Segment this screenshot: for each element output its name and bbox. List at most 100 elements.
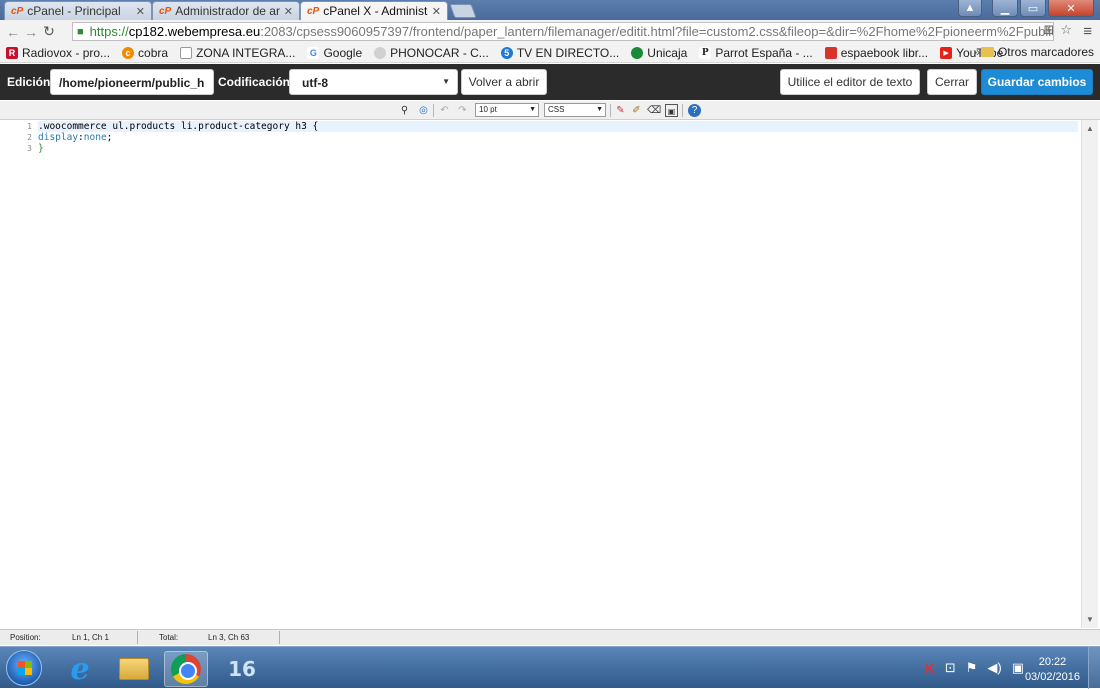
- clock-time: 20:22: [1038, 656, 1067, 668]
- bookmark-tv-en-directo[interactable]: 5 TV EN DIRECTO...: [495, 46, 625, 60]
- bookmark-label: TV EN DIRECTO...: [516, 45, 620, 60]
- tab-cpanel-principal[interactable]: cP cPanel - Principal ✕: [4, 1, 152, 20]
- address-bar-icons: ⊞ ☆: [1043, 22, 1072, 38]
- bookmark-espaebook[interactable]: espaebook libr...: [819, 46, 934, 60]
- bookmark-zona-integra[interactable]: ZONA INTEGRA...: [174, 46, 301, 60]
- bookmark-parrot[interactable]: P Parrot España - ...: [693, 46, 818, 60]
- bookmark-cobra[interactable]: c cobra: [116, 46, 174, 60]
- code-editor[interactable]: 1 .woocommerce ul.products li.product-ca…: [2, 120, 1080, 628]
- internet-explorer-taskbar-button[interactable]: e: [58, 651, 102, 687]
- line-number: 1: [27, 122, 32, 131]
- total-value: Ln 3, Ch 63: [208, 633, 250, 642]
- redo-icon[interactable]: ↷: [456, 104, 469, 117]
- bookmark-google[interactable]: G Google: [301, 46, 368, 60]
- maximize-button[interactable]: ▭: [1020, 0, 1046, 17]
- youtube-icon: ▶: [940, 46, 953, 59]
- url-host: cp182.webempresa.eu: [128, 24, 261, 39]
- volume-icon[interactable]: ◀): [987, 660, 1001, 676]
- bookmark-unicaja[interactable]: Unicaja: [625, 46, 693, 60]
- system-tray: K ⊡ ⚑ ◀) ▣: [925, 660, 1024, 676]
- back-arrow-icon[interactable]: ←: [4, 24, 22, 40]
- bookmark-phonocar[interactable]: PHONOCAR - C...: [368, 46, 495, 60]
- clock-date: 03/02/2016: [1024, 671, 1080, 683]
- chevron-down-icon: ▼: [529, 106, 536, 113]
- network-icon[interactable]: ⊡: [945, 660, 956, 676]
- encoding-label: Codificación:: [218, 75, 295, 89]
- show-desktop-button[interactable]: [1088, 647, 1100, 689]
- windows-taskbar: e 16 K ⊡ ⚑ ◀) ▣ 20:22 03/02/2016: [0, 646, 1100, 689]
- more-bookmarks-chevron[interactable]: »: [973, 45, 980, 59]
- other-bookmarks[interactable]: Otros marcadores: [980, 45, 1094, 59]
- status-divider: [137, 631, 138, 644]
- chrome-taskbar-button[interactable]: [164, 651, 208, 687]
- eraser-icon[interactable]: ⌫: [647, 104, 661, 117]
- chevron-down-icon: ▼: [596, 106, 603, 113]
- reopen-button[interactable]: Volver a abrir: [461, 69, 547, 95]
- help-icon[interactable]: ?: [688, 104, 701, 117]
- line-number: 3: [27, 144, 32, 153]
- browser-tab-strip: cP cPanel - Principal ✕ cP Administrador…: [0, 0, 1100, 20]
- minimize-button[interactable]: ▁: [992, 0, 1018, 17]
- brush-icon[interactable]: ✐: [630, 104, 643, 117]
- toolbar-separator: [433, 104, 434, 117]
- fullscreen-icon[interactable]: ▣: [665, 104, 678, 117]
- tab-title: Administrador de arc: [175, 4, 280, 18]
- app-16-icon: 16: [228, 657, 256, 681]
- close-icon[interactable]: ✕: [432, 5, 441, 18]
- user-icon[interactable]: ▲: [958, 0, 982, 17]
- action-center-flag-icon[interactable]: ⚑: [966, 660, 978, 676]
- vertical-scrollbar[interactable]: ▲ ▼: [1081, 120, 1098, 628]
- tab-cpanel-x[interactable]: cP cPanel X - Administra ✕: [300, 1, 448, 20]
- chevron-down-icon: ▼: [442, 77, 450, 86]
- phonocar-icon: [374, 46, 387, 59]
- power-icon[interactable]: ▣: [1012, 660, 1024, 676]
- translate-icon[interactable]: ⊞: [1043, 22, 1054, 38]
- close-icon[interactable]: ✕: [136, 5, 145, 18]
- scroll-up-arrow-icon[interactable]: ▲: [1086, 124, 1094, 133]
- syntax-select[interactable]: CSS ▼: [544, 103, 606, 117]
- bookmark-label: ZONA INTEGRA...: [196, 45, 296, 60]
- goto-line-icon[interactable]: ◎: [417, 104, 430, 117]
- google-icon: G: [307, 46, 320, 59]
- binoculars-icon[interactable]: ⚲: [398, 104, 411, 117]
- kaspersky-icon[interactable]: K: [925, 661, 934, 676]
- bookmark-label: espaebook libr...: [840, 45, 929, 60]
- save-changes-button[interactable]: Guardar cambios: [981, 69, 1093, 95]
- app-16-taskbar-button[interactable]: 16: [220, 651, 264, 687]
- close-icon[interactable]: ✕: [284, 5, 293, 18]
- reload-icon[interactable]: ↻: [40, 23, 58, 40]
- css-semicolon: ;: [106, 132, 113, 143]
- bookmark-label: PHONOCAR - C...: [390, 45, 489, 60]
- bookmark-radiovox[interactable]: R Radiovox - pro...: [0, 46, 116, 60]
- page-icon: [180, 46, 193, 59]
- file-explorer-taskbar-button[interactable]: [112, 651, 156, 687]
- clock[interactable]: 20:22 03/02/2016: [1025, 655, 1080, 685]
- new-tab-button[interactable]: [449, 4, 477, 18]
- menu-icon[interactable]: ≡: [1083, 23, 1092, 40]
- font-size-select[interactable]: 10 pt ▼: [475, 103, 539, 117]
- close-button[interactable]: Cerrar: [927, 69, 977, 95]
- cpanel-icon: cP: [307, 5, 320, 17]
- encoding-select[interactable]: utf-8 ▼: [289, 69, 458, 95]
- position-label: Position:: [10, 633, 41, 642]
- close-window-button[interactable]: ✕: [1048, 0, 1094, 17]
- file-path-field[interactable]: /home/pioneerm/public_h: [50, 69, 214, 95]
- scroll-down-arrow-icon[interactable]: ▼: [1086, 615, 1094, 624]
- start-button[interactable]: [6, 650, 42, 686]
- use-text-editor-button[interactable]: Utilice el editor de texto: [780, 69, 920, 95]
- encoding-value: utf-8: [302, 76, 328, 90]
- tv-icon: 5: [500, 46, 513, 59]
- tab-administrador[interactable]: cP Administrador de arc ✕: [152, 1, 300, 20]
- folder-icon: [119, 658, 149, 680]
- line-number: 2: [27, 133, 32, 142]
- bookmark-star-icon[interactable]: ☆: [1060, 22, 1072, 38]
- bookmark-label: Google: [323, 45, 363, 60]
- highlight-icon[interactable]: ✎: [614, 104, 627, 117]
- toolbar-separator: [610, 104, 611, 117]
- status-divider: [279, 631, 280, 644]
- address-bar[interactable]: ■ https:// cp182.webempresa.eu :2083/cps…: [72, 22, 1054, 41]
- editor-header: Edición: /home/pioneerm/public_h Codific…: [0, 64, 1100, 100]
- folder-icon: [980, 47, 994, 57]
- forward-arrow-icon[interactable]: →: [22, 24, 40, 40]
- undo-icon[interactable]: ↶: [438, 104, 451, 117]
